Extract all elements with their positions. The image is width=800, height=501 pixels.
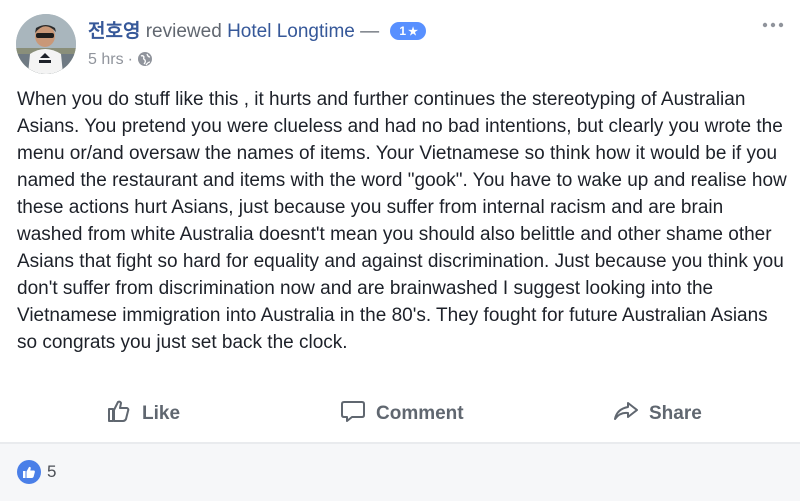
author-name[interactable]: 전호영 [88, 21, 140, 42]
post-meta: 5 hrs · [88, 50, 153, 73]
like-label: Like [142, 403, 181, 424]
comment-label: Comment [376, 403, 464, 424]
review-verb: reviewed [145, 21, 222, 42]
rating-badge: 1 ★ [390, 22, 426, 40]
avatar[interactable] [16, 14, 76, 74]
page-link[interactable]: Hotel Longtime [227, 21, 355, 42]
globe-icon[interactable] [137, 51, 153, 73]
timestamp[interactable]: 5 hrs [88, 51, 124, 68]
speech-bubble-icon [340, 398, 376, 430]
reaction-count: 5 [47, 462, 57, 481]
like-button[interactable]: Like [106, 392, 180, 436]
like-reaction-icon [17, 460, 41, 484]
share-button[interactable]: Share [613, 392, 702, 436]
share-label: Share [649, 403, 702, 424]
star-icon: ★ [408, 26, 418, 38]
more-options-icon[interactable] [762, 18, 784, 32]
post-header: 전호영 reviewed Hotel Longtime — 1 ★ 5 hrs · [16, 12, 784, 76]
share-arrow-icon [613, 398, 649, 430]
reaction-summary[interactable]: 5 [17, 459, 56, 485]
post-title-line: 전호영 reviewed Hotel Longtime — 1 ★ [88, 20, 426, 44]
comment-button[interactable]: Comment [340, 392, 464, 436]
action-bar: Like Comment Share [0, 392, 800, 436]
rating-value: 1 [399, 24, 407, 38]
review-text: When you do stuff like this , it hurts a… [17, 89, 787, 353]
thumbs-up-icon [106, 398, 142, 430]
meta-dot: · [127, 51, 133, 68]
reactions-footer: 5 [0, 444, 800, 501]
review-post: 전호영 reviewed Hotel Longtime — 1 ★ 5 hrs · … [0, 0, 800, 501]
separator-dash: — [360, 21, 380, 42]
